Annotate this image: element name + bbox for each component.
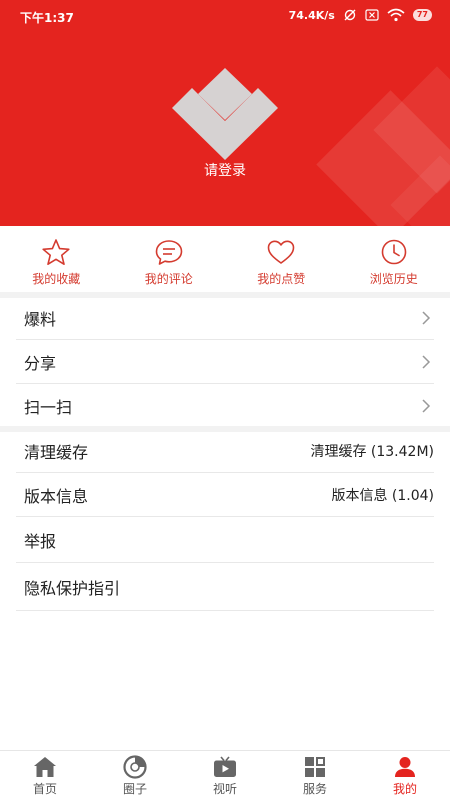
tab-label: 视听	[212, 782, 237, 796]
quick-actions-bar: 我的收藏 我的评论 我的点赞 浏览历史	[0, 226, 450, 292]
alarm-muted-icon	[343, 8, 357, 22]
menu-item-label: 分享	[24, 353, 57, 373]
tab-home[interactable]: 首页	[0, 751, 90, 800]
tab-services[interactable]: 服务	[270, 751, 360, 800]
version-value: 版本信息 (1.04)	[331, 487, 434, 504]
menu-item-scan[interactable]: 扫一扫	[16, 384, 434, 428]
heart-icon	[267, 240, 295, 264]
app-logo-icon	[172, 68, 278, 160]
menu-item-label: 版本信息	[24, 486, 89, 506]
grid-icon	[305, 757, 325, 777]
menu-item-label: 清理缓存	[24, 442, 89, 462]
tab-circle[interactable]: 圈子	[90, 751, 180, 800]
login-prompt[interactable]: 请登录	[0, 160, 450, 180]
wifi-icon	[387, 8, 405, 22]
menu-group-settings: 清理缓存 清理缓存 (13.42M) 版本信息 版本信息 (1.04) 举报 隐…	[16, 429, 434, 611]
menu-item-report-news[interactable]: 爆料	[16, 296, 434, 340]
menu-item-version-info[interactable]: 版本信息 版本信息 (1.04)	[16, 473, 434, 517]
status-time: 下午1:37	[20, 11, 74, 25]
favorites-label: 我的收藏	[32, 272, 81, 286]
menu-item-privacy-guide[interactable]: 隐私保护指引	[16, 563, 434, 611]
tab-label: 首页	[32, 782, 57, 796]
menu-item-label: 扫一扫	[24, 398, 73, 417]
favorites-button[interactable]: 我的收藏	[0, 226, 113, 292]
likes-label: 我的点赞	[257, 272, 306, 286]
history-button[interactable]: 浏览历史	[338, 226, 450, 292]
profile-header: 下午1:37 74.4K/s 77 请登录	[0, 0, 450, 226]
chevron-right-icon	[422, 354, 431, 369]
tab-media[interactable]: 视听	[180, 751, 270, 800]
comment-icon	[155, 240, 183, 265]
chevron-right-icon	[422, 399, 431, 413]
menu-item-label: 举报	[24, 531, 57, 551]
user-icon	[395, 757, 415, 777]
star-icon	[42, 239, 70, 266]
menu-group-primary: 爆料 分享 扫一扫	[16, 296, 434, 428]
circle-icon	[123, 755, 147, 779]
menu-item-label: 爆料	[24, 309, 57, 329]
clock-icon	[381, 239, 407, 265]
tab-profile[interactable]: 我的	[360, 751, 450, 800]
network-speed: 74.4K/s	[288, 8, 335, 22]
menu-item-label: 隐私保护指引	[24, 578, 121, 598]
history-label: 浏览历史	[369, 272, 418, 286]
menu-item-share[interactable]: 分享	[16, 340, 434, 384]
cache-size-value: 清理缓存 (13.42M)	[310, 443, 434, 460]
sim-icon	[365, 9, 379, 21]
comments-label: 我的评论	[144, 272, 193, 286]
bottom-tab-bar: 首页 圈子 视听 服务 我的	[0, 750, 450, 800]
status-bar: 下午1:37 74.4K/s 77	[0, 0, 450, 34]
menu-item-clear-cache[interactable]: 清理缓存 清理缓存 (13.42M)	[16, 429, 434, 473]
battery-icon: 77	[412, 9, 432, 21]
comments-button[interactable]: 我的评论	[113, 226, 226, 292]
home-icon	[34, 757, 56, 777]
tab-label: 圈子	[122, 782, 147, 796]
menu-item-report[interactable]: 举报	[16, 517, 434, 563]
chevron-right-icon	[422, 310, 431, 325]
tab-label: 我的	[392, 782, 417, 796]
tab-label: 服务	[302, 782, 327, 796]
likes-button[interactable]: 我的点赞	[225, 226, 338, 292]
tv-icon	[214, 756, 236, 777]
